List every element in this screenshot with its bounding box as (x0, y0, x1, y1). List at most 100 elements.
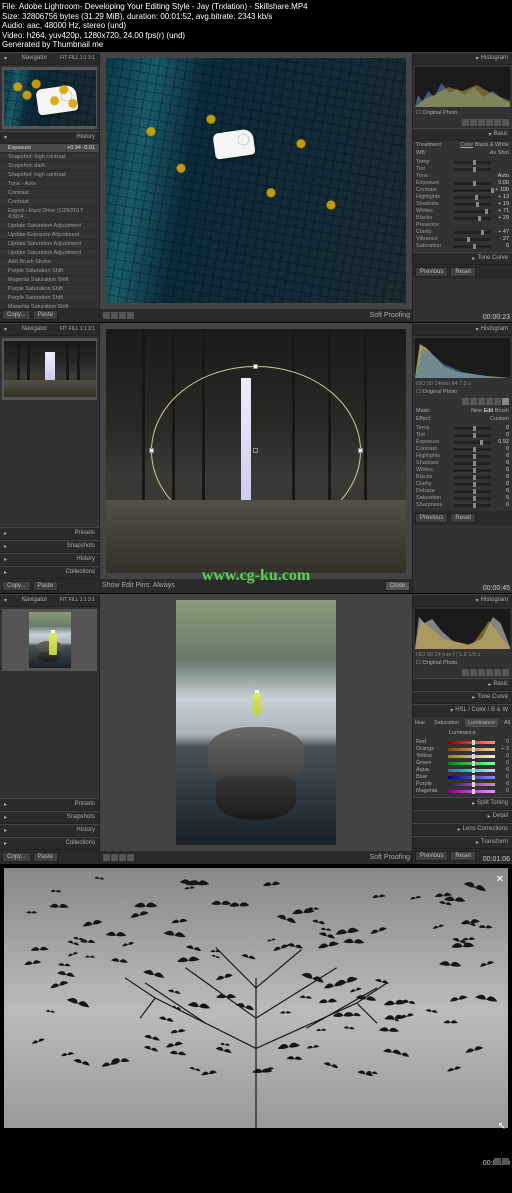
slider-shadows[interactable]: Shadows+ 19 (416, 201, 509, 208)
hsl-tab-sat[interactable]: Saturation (431, 719, 462, 727)
mask-edit[interactable]: Edit (484, 408, 493, 414)
presets-panel-header[interactable]: Presets (0, 527, 99, 540)
reset-button[interactable]: Reset (450, 267, 476, 277)
slider-tint[interactable]: Tint (416, 166, 509, 173)
fullscreen-image[interactable] (4, 868, 508, 1128)
hsl-tab-hue[interactable]: Hue (412, 719, 428, 727)
history-row[interactable]: Contrast (0, 198, 99, 207)
slider-highlights[interactable]: Highlights0 (416, 453, 509, 460)
histogram[interactable] (415, 338, 510, 378)
hsl-purple[interactable]: Purple0 (416, 781, 509, 788)
main-image[interactable] (106, 329, 406, 573)
hsl-red[interactable]: Red0 (416, 739, 509, 746)
reset-button[interactable]: Reset (450, 851, 476, 861)
show-edit-pins[interactable]: Show Edit Pins: Always (102, 582, 175, 589)
close-icon[interactable]: ✕ (496, 874, 504, 885)
lens-corrections-panel-header[interactable]: Lens Corrections (413, 823, 512, 836)
previous-button[interactable]: Previous (415, 851, 448, 861)
history-panel-header[interactable]: History (0, 553, 99, 566)
treatment-bw[interactable]: Black & White (475, 142, 509, 148)
navigator-panel-header[interactable]: Navigator FIT FILL 1:1 3:1 (0, 594, 99, 607)
view-mode-icons[interactable] (102, 853, 135, 862)
slider-tint[interactable]: Tint0 (416, 432, 509, 439)
slider-blacks[interactable]: Blacks+ 29 (416, 215, 509, 222)
slider-tone[interactable]: ToneAuto (416, 173, 509, 180)
histogram-panel-header[interactable]: Histogram (413, 594, 512, 607)
history-row[interactable]: Magenta Saturation Shift (0, 276, 99, 285)
slider-saturation[interactable]: Saturation0 (416, 243, 509, 250)
navigator-panel-header[interactable]: Navigator FIT FILL 1:1 3:1 (0, 52, 99, 65)
split-toning-panel-header[interactable]: Split Toning (413, 797, 512, 810)
slider-whites[interactable]: Whites+ 71 (416, 208, 509, 215)
history-row[interactable]: Add Brush Stroke (0, 258, 99, 267)
hsl-orange[interactable]: Orange+ 3 (416, 746, 509, 753)
navigator-thumbnail[interactable] (2, 338, 97, 400)
navigator-zoom-modes[interactable]: FIT FILL 1:1 3:1 (60, 55, 95, 62)
hsl-tab-all[interactable]: All (501, 719, 512, 727)
basic-panel-header[interactable]: Basic (413, 678, 512, 691)
collections-panel-header[interactable]: Collections (0, 837, 99, 850)
histogram[interactable] (415, 609, 510, 649)
slider-whites[interactable]: Whites0 (416, 467, 509, 474)
main-image[interactable] (106, 600, 406, 845)
navigator-zoom-modes[interactable]: FIT FILL 1:1 3:1 (60, 597, 95, 604)
soft-proofing-toggle[interactable]: Soft Proofing (370, 854, 410, 861)
histogram-panel-header[interactable]: Histogram (413, 323, 512, 336)
slider-blacks[interactable]: Blacks0 (416, 474, 509, 481)
tool-strip[interactable] (413, 667, 512, 678)
wb-dropdown[interactable]: As Shot (490, 150, 509, 156)
original-photo-toggle[interactable]: ☐ Original Photo (413, 659, 512, 667)
paste-button[interactable]: Paste (33, 852, 58, 862)
soft-proofing-toggle[interactable]: Soft Proofing (370, 312, 410, 319)
copy-button[interactable]: Copy... (2, 310, 31, 320)
slider-dehaze[interactable]: Dehaze0 (416, 488, 509, 495)
radial-filter-overlay[interactable] (151, 366, 361, 537)
snapshots-panel-header[interactable]: Snapshots (0, 540, 99, 553)
basic-panel-header[interactable]: Basic (413, 128, 512, 141)
slider-presence[interactable]: Presence (416, 222, 509, 229)
histogram-panel-header[interactable]: Histogram (413, 52, 512, 65)
fullscreen-controls[interactable] (493, 1157, 510, 1166)
tone-curve-panel-header[interactable]: Tone Curve (413, 691, 512, 704)
mask-new[interactable]: New (471, 408, 482, 414)
hsl-magenta[interactable]: Magenta0 (416, 788, 509, 795)
slider-temp[interactable]: Temp0 (416, 425, 509, 432)
slider-clarity[interactable]: Clarity+ 47 (416, 229, 509, 236)
original-photo-toggle[interactable]: ☐ Original Photo (413, 388, 512, 396)
previous-button[interactable]: Previous (415, 513, 448, 523)
main-image[interactable] (106, 58, 406, 303)
presets-panel-header[interactable]: Presets (0, 798, 99, 811)
hsl-tab-lum[interactable]: Luminance (465, 719, 498, 727)
history-row[interactable]: Export - Hard Drive (1/29/2017 4:50:4… (0, 207, 99, 222)
slider-contrast[interactable]: Contrast+ 100 (416, 187, 509, 194)
slider-highlights[interactable]: Highlights+ 13 (416, 194, 509, 201)
hsl-blue[interactable]: Blue0 (416, 774, 509, 781)
slider-contrast[interactable]: Contrast0 (416, 446, 509, 453)
navigator-panel-header[interactable]: Navigator FIT FILL 1:1 3:1 (0, 323, 99, 336)
tool-strip[interactable] (413, 117, 512, 128)
slider-sharpness[interactable]: Sharpness0 (416, 502, 509, 509)
slider-temp[interactable]: Temp (416, 159, 509, 166)
view-mode-icons[interactable] (102, 311, 135, 320)
hsl-green[interactable]: Green0 (416, 760, 509, 767)
navigator-zoom-modes[interactable]: FIT FILL 1:1 3:1 (60, 326, 95, 333)
history-panel-header[interactable]: History (0, 824, 99, 837)
hsl-panel-header[interactable]: HSL / Color / B & W (413, 704, 512, 717)
history-row[interactable]: Update Exposure Adjustment (0, 231, 99, 240)
history-row[interactable]: Purple Saturation Shift (0, 285, 99, 294)
history-row[interactable]: Tone - Auto (0, 180, 99, 189)
close-button[interactable]: Close (385, 581, 410, 591)
histogram[interactable] (415, 67, 510, 107)
copy-button[interactable]: Copy... (2, 581, 31, 591)
history-row-selected[interactable]: Exposure +0.94 -0.01 (0, 144, 99, 153)
reset-button[interactable]: Reset (450, 513, 476, 523)
history-panel-header[interactable]: History (0, 131, 99, 144)
detail-panel-header[interactable]: Detail (413, 810, 512, 823)
history-row[interactable]: Snapshot: high contrast (0, 153, 99, 162)
effect-dropdown[interactable]: Custom (490, 416, 509, 422)
original-photo-toggle[interactable]: ☐ Original Photo (413, 109, 512, 117)
slider-exposure[interactable]: Exposure0.92 (416, 439, 509, 446)
copy-button[interactable]: Copy... (2, 852, 31, 862)
slider-exposure[interactable]: Exposure0.00 (416, 180, 509, 187)
previous-button[interactable]: Previous (415, 267, 448, 277)
